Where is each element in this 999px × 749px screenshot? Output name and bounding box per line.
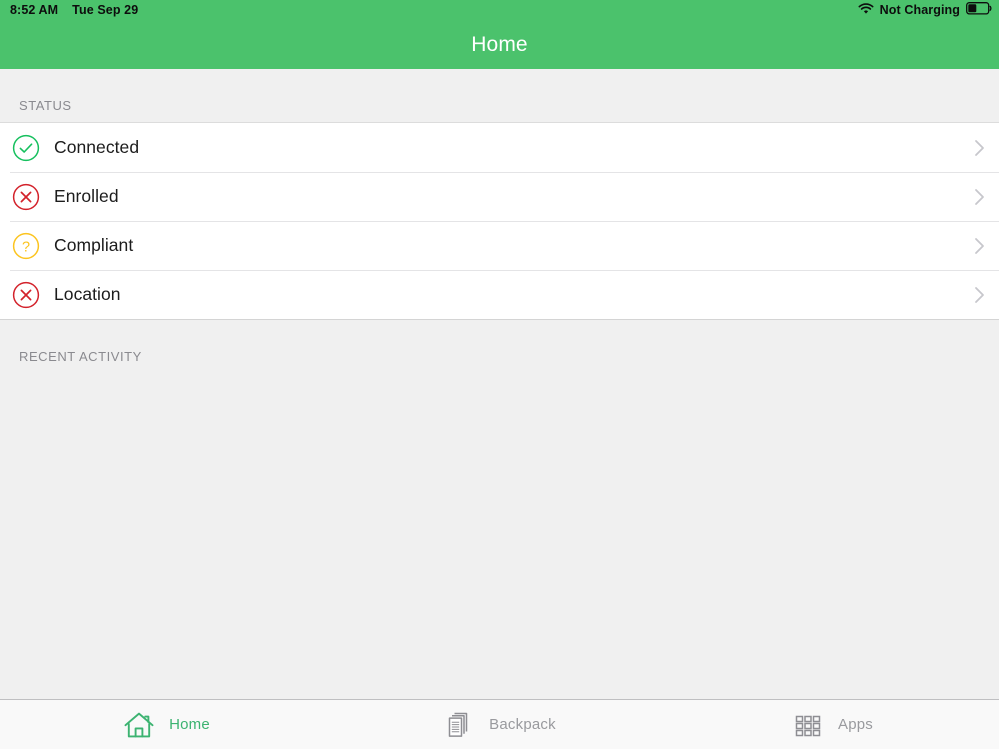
- home-icon: [123, 709, 155, 741]
- chevron-right-icon: [973, 236, 985, 256]
- check-circle-icon: [12, 134, 40, 162]
- nav-bar: Home: [0, 20, 999, 69]
- recent-activity-section-header: RECENT ACTIVITY: [0, 320, 999, 373]
- status-row-label: Enrolled: [54, 186, 119, 206]
- status-bar-right: Not Charging: [858, 2, 992, 18]
- tab-backpack[interactable]: Backpack: [333, 700, 666, 749]
- tab-home-label: Home: [169, 716, 210, 733]
- recent-activity-empty-area: [0, 373, 999, 699]
- grid-icon: [792, 709, 824, 741]
- recent-activity-section-header-label: RECENT ACTIVITY: [19, 349, 142, 364]
- chevron-right-icon: [973, 285, 985, 305]
- tab-home[interactable]: Home: [0, 700, 333, 749]
- page-title: Home: [471, 32, 528, 56]
- svg-text:?: ?: [22, 239, 30, 255]
- status-row-location[interactable]: Location: [0, 270, 999, 319]
- status-bar-left: 8:52 AM Tue Sep 29: [10, 3, 138, 17]
- battery-icon: [966, 2, 992, 18]
- wifi-icon: [858, 2, 874, 18]
- tab-apps[interactable]: Apps: [666, 700, 999, 749]
- tab-apps-label: Apps: [838, 716, 873, 733]
- charging-status-label: Not Charging: [879, 3, 960, 17]
- status-section-header: STATUS: [0, 69, 999, 122]
- status-bar-time: 8:52 AM: [10, 3, 59, 17]
- status-bar-date: Tue Sep 29: [72, 3, 139, 17]
- chevron-right-icon: [973, 138, 985, 158]
- x-circle-icon: [12, 183, 40, 211]
- status-row-connected[interactable]: Connected: [0, 123, 999, 172]
- x-circle-icon: [12, 281, 40, 309]
- status-row-compliant[interactable]: ? Compliant: [0, 221, 999, 270]
- question-circle-icon: ?: [12, 232, 40, 260]
- status-row-enrolled[interactable]: Enrolled: [0, 172, 999, 221]
- chevron-right-icon: [973, 187, 985, 207]
- status-row-label: Location: [54, 284, 121, 304]
- app-root: 8:52 AM Tue Sep 29 Not Charging Home STA…: [0, 0, 999, 749]
- main-content: STATUS Connected Enrolled ? Compliant Lo…: [0, 69, 999, 699]
- documents-icon: [443, 709, 475, 741]
- tab-bar: Home Backpack Apps: [0, 699, 999, 749]
- tab-backpack-label: Backpack: [489, 716, 556, 733]
- status-bar: 8:52 AM Tue Sep 29 Not Charging: [0, 0, 999, 20]
- status-list: Connected Enrolled ? Compliant Location: [0, 122, 999, 320]
- status-row-label: Compliant: [54, 235, 134, 255]
- status-section-header-label: STATUS: [19, 98, 72, 113]
- status-row-label: Connected: [54, 137, 140, 157]
